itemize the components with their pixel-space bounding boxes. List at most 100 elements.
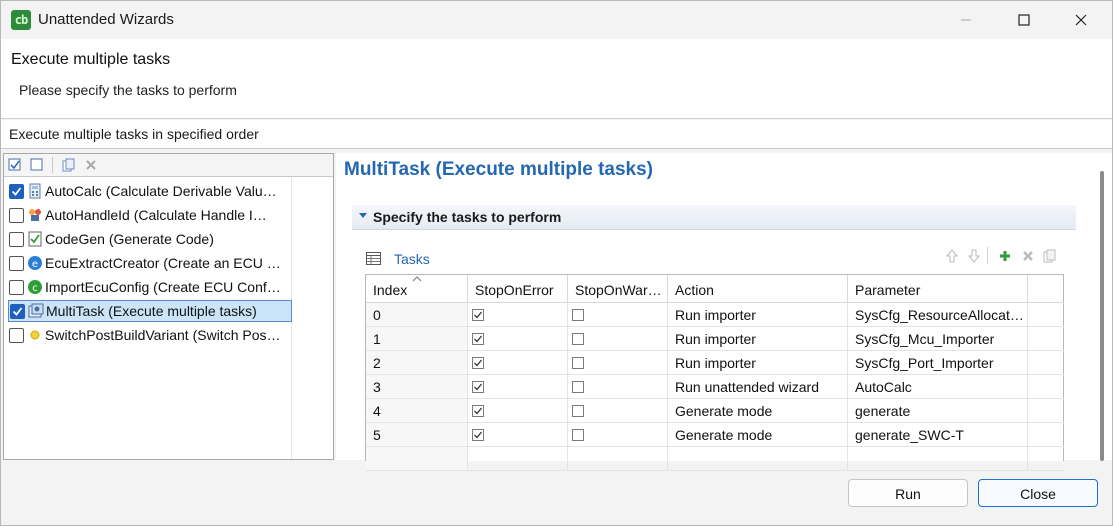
cell-index[interactable]: 5 <box>366 423 468 447</box>
wizard-checkbox[interactable] <box>9 327 24 343</box>
move-up-icon[interactable] <box>944 248 960 264</box>
cell-stoponwarning[interactable] <box>568 399 668 423</box>
wizard-list-item[interactable]: CodeGen (Generate Code) <box>8 228 292 250</box>
cell-index[interactable]: 3 <box>366 375 468 399</box>
cell-parameter[interactable]: SysCfg_Mcu_Importer <box>848 327 1028 351</box>
cell-stoponerror[interactable] <box>468 327 568 351</box>
uncheck-all-icon[interactable] <box>30 158 44 172</box>
cell-filler[interactable] <box>1028 303 1064 327</box>
cell-action[interactable]: Run importer <box>668 351 848 375</box>
cell-filler[interactable] <box>1028 351 1064 375</box>
cell-stoponerror[interactable] <box>468 303 568 327</box>
cell-action[interactable]: Generate mode <box>668 399 848 423</box>
table-toolbar-separator <box>987 247 988 264</box>
cell-filler[interactable] <box>1028 375 1064 399</box>
minimize-icon <box>961 19 971 21</box>
cell-filler[interactable] <box>1028 423 1064 447</box>
stop-on-warning-checkbox[interactable] <box>572 309 584 321</box>
column-header-filler <box>1028 275 1064 303</box>
cell-stoponwarning[interactable] <box>568 423 668 447</box>
stop-on-warning-checkbox[interactable] <box>572 381 584 393</box>
stop-on-error-checkbox[interactable] <box>472 405 484 417</box>
cell-stoponerror[interactable] <box>468 375 568 399</box>
vertical-scrollbar[interactable] <box>1100 171 1104 461</box>
stop-on-error-checkbox[interactable] <box>472 429 484 441</box>
column-header-stoponerror[interactable]: StopOnError <box>468 275 568 303</box>
stop-on-error-checkbox[interactable] <box>472 357 484 369</box>
wizard-list-label: ImportEcuConfig (Create ECU Conf… <box>45 279 281 295</box>
cell-stoponwarning <box>568 447 668 471</box>
move-down-icon[interactable] <box>966 248 982 264</box>
cell-stoponwarning[interactable] <box>568 303 668 327</box>
minimize-button[interactable] <box>943 1 989 39</box>
wizard-list-item[interactable]: SwitchPostBuildVariant (Switch Pos… <box>8 324 292 346</box>
stop-on-warning-checkbox[interactable] <box>572 405 584 417</box>
toolbar-separator <box>52 157 53 173</box>
cell-stoponwarning[interactable] <box>568 351 668 375</box>
wizard-checkbox[interactable] <box>9 183 24 199</box>
column-header-action[interactable]: Action <box>668 275 848 303</box>
close-button[interactable]: Close <box>978 479 1098 507</box>
column-header-parameter[interactable]: Parameter <box>848 275 1028 303</box>
column-header-stoponwarning[interactable]: StopOnWar… <box>568 275 668 303</box>
cell-parameter[interactable]: SysCfg_ResourceAllocat… <box>848 303 1028 327</box>
stop-on-error-checkbox[interactable] <box>472 381 484 393</box>
section-title: Specify the tasks to perform <box>373 209 562 225</box>
stop-on-warning-checkbox[interactable] <box>572 357 584 369</box>
cell-stoponerror[interactable] <box>468 423 568 447</box>
wizard-list-item[interactable]: MultiTask (Execute multiple tasks) <box>8 300 292 322</box>
stop-on-warning-checkbox[interactable] <box>572 429 584 441</box>
cell-filler[interactable] <box>1028 327 1064 351</box>
table-icon <box>366 252 381 265</box>
remove-icon[interactable] <box>1020 248 1036 264</box>
stop-on-warning-checkbox[interactable] <box>572 333 584 345</box>
cell-filler <box>1028 447 1064 471</box>
run-button[interactable]: Run <box>848 479 968 507</box>
cell-parameter[interactable]: AutoCalc <box>848 375 1028 399</box>
wizard-list-item[interactable]: AutoHandleId (Calculate Handle I… <box>8 204 292 226</box>
cell-action[interactable]: Run unattended wizard <box>668 375 848 399</box>
stop-on-error-checkbox[interactable] <box>472 333 484 345</box>
add-icon[interactable] <box>997 248 1013 264</box>
maximize-button[interactable] <box>1001 1 1047 39</box>
cell-action[interactable]: Run importer <box>668 327 848 351</box>
cell-index <box>366 447 468 471</box>
duplicate-icon[interactable] <box>1042 248 1058 264</box>
cell-stoponwarning[interactable] <box>568 375 668 399</box>
multitask-icon <box>28 303 44 318</box>
copy-icon[interactable] <box>62 158 76 172</box>
panel-title: MultiTask (Execute multiple tasks) <box>344 159 654 180</box>
cell-action[interactable]: Generate mode <box>668 423 848 447</box>
cell-action[interactable]: Run importer <box>668 303 848 327</box>
cell-index[interactable]: 2 <box>366 351 468 375</box>
cell-stoponerror[interactable] <box>468 351 568 375</box>
codegen-icon <box>28 231 42 247</box>
column-header-index[interactable]: Index <box>366 275 468 303</box>
cell-parameter[interactable]: SysCfg_Port_Importer <box>848 351 1028 375</box>
stop-on-error-checkbox[interactable] <box>472 309 484 321</box>
section-header[interactable]: Specify the tasks to perform <box>352 205 1076 230</box>
wizard-subheader: Execute multiple tasks in specified orde… <box>1 120 1112 149</box>
wizard-list-item[interactable]: AutoCalc (Calculate Derivable Valu… <box>8 180 292 202</box>
handle-icon <box>29 209 41 221</box>
cell-stoponerror[interactable] <box>468 399 568 423</box>
wizard-checkbox[interactable] <box>9 255 24 271</box>
wizard-list-item[interactable]: c ImportEcuConfig (Create ECU Conf… <box>8 276 292 298</box>
cell-parameter[interactable]: generate <box>848 399 1028 423</box>
wizard-checkbox[interactable] <box>10 303 25 319</box>
cell-index[interactable]: 0 <box>366 303 468 327</box>
wizard-checkbox[interactable] <box>9 207 24 223</box>
tasks-table: Index StopOnError StopOnWar… Action Para… <box>365 274 1064 471</box>
wizard-list-item[interactable]: e EcuExtractCreator (Create an ECU … <box>8 252 292 274</box>
delete-icon[interactable] <box>84 158 98 172</box>
cell-parameter[interactable]: generate_SWC-T <box>848 423 1028 447</box>
cell-filler[interactable] <box>1028 399 1064 423</box>
cell-index[interactable]: 4 <box>366 399 468 423</box>
wizard-checkbox[interactable] <box>9 279 24 295</box>
cell-index[interactable]: 1 <box>366 327 468 351</box>
wizard-checkbox[interactable] <box>9 231 24 247</box>
close-window-button[interactable] <box>1058 1 1104 39</box>
cell-stoponerror <box>468 447 568 471</box>
cell-stoponwarning[interactable] <box>568 327 668 351</box>
check-all-icon[interactable] <box>8 158 22 172</box>
